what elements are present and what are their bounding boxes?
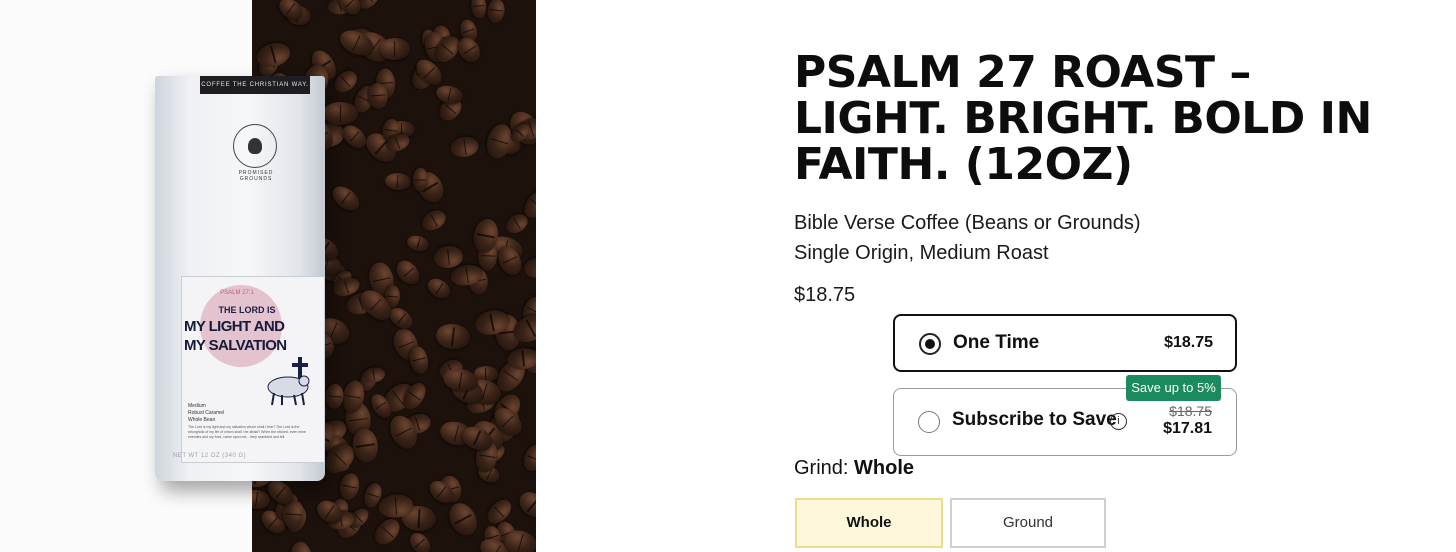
- coffee-bean: [485, 0, 506, 23]
- coffee-bean: [328, 181, 364, 215]
- label-headline-2: MY LIGHT AND: [184, 318, 285, 335]
- grind-whole-button[interactable]: Whole: [795, 498, 943, 548]
- grind-selected-value: Whole: [854, 457, 915, 479]
- one-time-option[interactable]: One Time $18.75: [893, 314, 1237, 372]
- coffee-bean: [449, 135, 480, 159]
- label-verse-ref: PSALM 27:1: [220, 290, 254, 296]
- coffee-bean: [424, 274, 454, 302]
- subscribe-original-price: $18.75: [1169, 403, 1212, 419]
- subscribe-label: Subscribe to Save: [952, 409, 1117, 430]
- coffee-bean: [384, 172, 411, 192]
- label-roast-info: Medium Robust Caramel Whole Bean: [188, 403, 225, 423]
- product-title: PSALM 27 ROAST – LIGHT. BRIGHT. BOLD IN …: [794, 47, 1372, 190]
- coffee-bean: [434, 322, 472, 351]
- subscribe-radio-icon[interactable]: [918, 411, 940, 433]
- brand-logo-icon: [233, 124, 277, 168]
- coffee-bean: [336, 470, 362, 502]
- coffee-bean: [405, 233, 431, 255]
- coffee-bean: [322, 101, 359, 125]
- coffee-bean: [370, 515, 405, 550]
- product-price: $18.75: [794, 284, 856, 306]
- one-time-price: $18.75: [1164, 334, 1213, 351]
- coffee-bean: [514, 487, 536, 524]
- info-icon[interactable]: i: [1110, 413, 1127, 430]
- product-roast-info: Single Origin, Medium Roast: [794, 242, 1049, 264]
- coffee-bean: [522, 256, 536, 280]
- coffee-bean: [520, 442, 536, 475]
- bag-band-text: COFFEE THE CHRISTIAN WAY.: [200, 76, 310, 94]
- coffee-bean: [405, 528, 434, 552]
- subscribe-discount-price: $17.81: [1163, 420, 1212, 437]
- coffee-bean: [407, 344, 431, 376]
- one-time-label: One Time: [953, 332, 1040, 353]
- coffee-bean: [444, 498, 483, 541]
- coffee-bean: [392, 256, 424, 289]
- label-headline-1: THE LORD IS: [218, 305, 276, 315]
- grind-ground-button[interactable]: Ground: [950, 498, 1106, 548]
- grind-label-text: Grind:: [794, 457, 855, 479]
- coffee-bean: [469, 0, 488, 19]
- coffee-bean: [349, 427, 380, 465]
- coffee-bean: [453, 33, 485, 66]
- lamb-with-cross-icon: [267, 357, 310, 406]
- save-badge: Save up to 5%: [1126, 375, 1221, 401]
- bag-net-weight: NET WT 12 OZ (340 G): [173, 453, 247, 459]
- grind-label: Grind: Whole: [794, 457, 914, 480]
- bag-label: PSALM 27:1 THE LORD IS MY LIGHT AND MY S…: [181, 276, 325, 463]
- one-time-radio-icon[interactable]: [919, 333, 941, 355]
- product-image: COFFEE THE CHRISTIAN WAY. PROMISED GROUN…: [0, 0, 536, 552]
- label-headline-3: MY SALVATION: [184, 337, 287, 354]
- coffee-bean: [379, 38, 410, 60]
- brand-logo-text: PROMISED GROUNDS: [238, 170, 274, 182]
- coffee-bag: COFFEE THE CHRISTIAN WAY. PROMISED GROUN…: [155, 76, 325, 481]
- coffee-bean: [289, 539, 316, 552]
- coffee-bean: [323, 382, 345, 409]
- coffee-bean: [417, 205, 449, 235]
- product-subtitle: Bible Verse Coffee (Beans or Grounds): [794, 212, 1141, 234]
- label-fine-print: The Lord is my light and my salvation wh…: [188, 425, 306, 439]
